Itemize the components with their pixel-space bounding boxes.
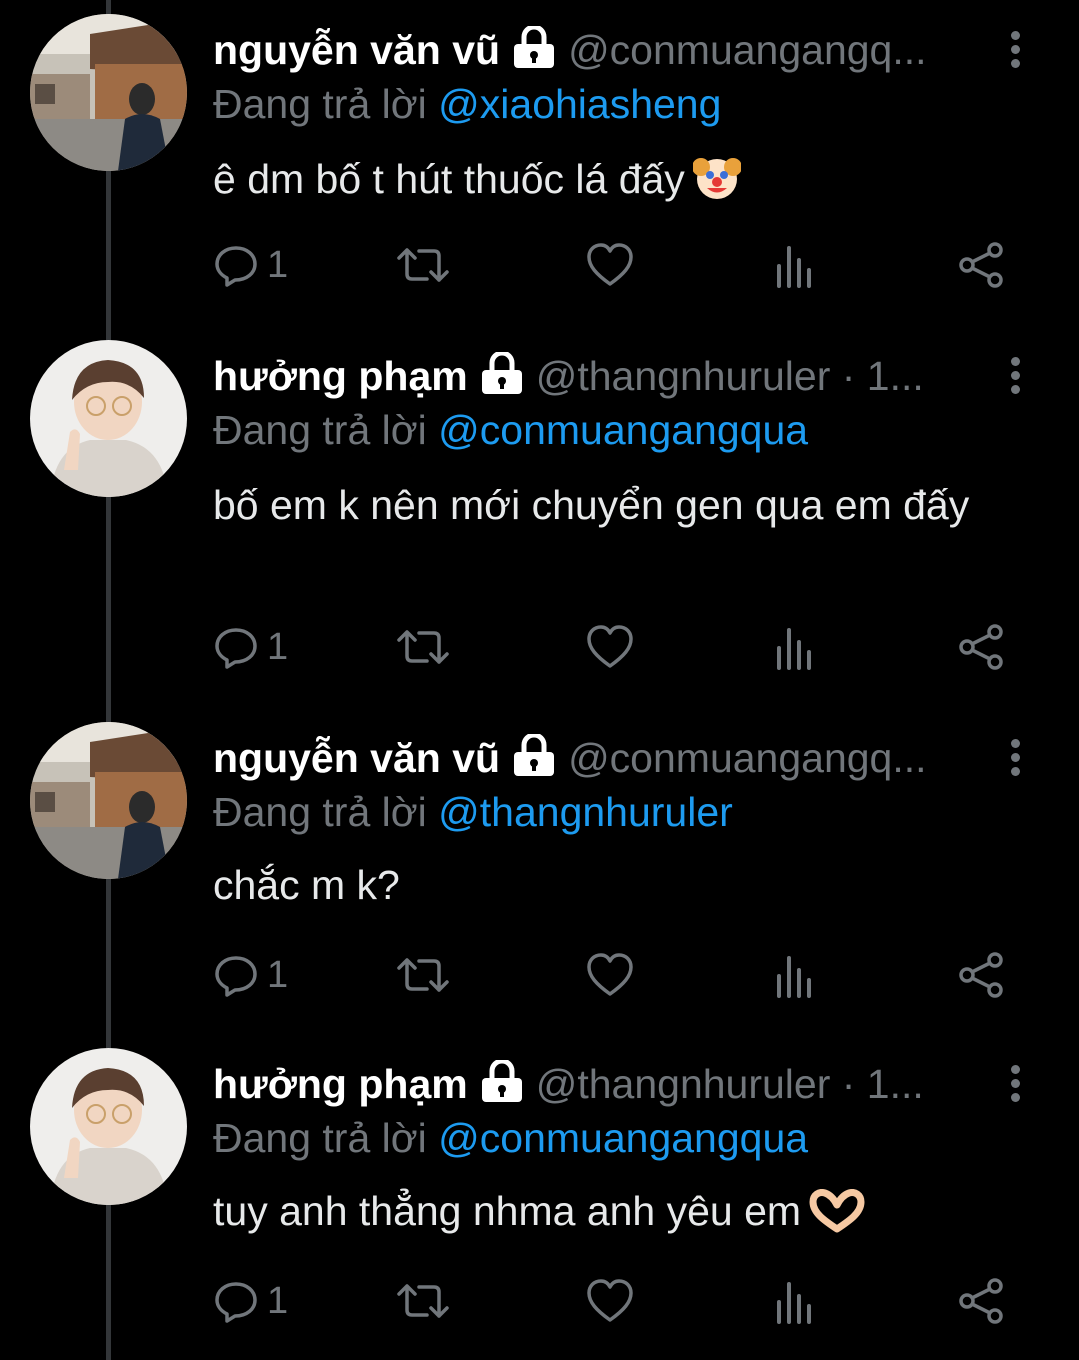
reply-mention-link[interactable]: @conmuangangqua <box>438 407 808 453</box>
views-icon <box>775 952 815 998</box>
share-button[interactable] <box>959 950 1005 1000</box>
avatar[interactable] <box>30 722 187 879</box>
retweet-button[interactable] <box>397 950 449 1000</box>
replying-to: Đang trả lời @xiaohiasheng <box>213 76 721 132</box>
replying-to: Đang trả lời @thangnhuruler <box>213 784 733 840</box>
share-button[interactable] <box>959 240 1005 290</box>
share-icon <box>959 242 1005 288</box>
tweet-actions: 1 <box>213 622 1013 672</box>
tweet-header: hưởng phạm @thangnhuruler · 1... <box>213 1054 1003 1114</box>
display-name[interactable]: hưởng phạm <box>213 353 468 399</box>
like-icon <box>586 624 634 670</box>
more-icon[interactable] <box>1000 736 1030 788</box>
replying-to: Đang trả lời @conmuangangqua <box>213 1110 808 1166</box>
reply-mention-link[interactable]: @xiaohiasheng <box>438 81 721 127</box>
reply-mention-link[interactable]: @thangnhuruler <box>438 789 733 835</box>
tweet-text: chắc m k? <box>213 858 1003 912</box>
views-icon <box>775 242 815 288</box>
reply-count: 1 <box>267 243 289 286</box>
user-handle[interactable]: @conmuangangq... <box>568 735 926 781</box>
like-icon <box>586 952 634 998</box>
heart-hands-emoji <box>809 1189 865 1246</box>
tweet-header: hưởng phạm @thangnhuruler · 1... <box>213 346 1003 406</box>
reply-icon <box>213 952 259 998</box>
retweet-icon <box>397 624 449 670</box>
like-button[interactable] <box>586 1276 634 1326</box>
share-button[interactable] <box>959 622 1005 672</box>
tweet-text: tuy anh thẳng nhma anh yêu em <box>213 1184 1003 1246</box>
reply-icon <box>213 242 259 288</box>
tweet-header: nguyễn văn vũ @conmuangangq... <box>213 728 1003 788</box>
views-icon <box>775 1278 815 1324</box>
user-handle[interactable]: @thangnhuruler · 1... <box>536 1061 924 1107</box>
more-icon[interactable] <box>1000 28 1030 80</box>
reply-button[interactable]: 1 <box>213 1276 288 1326</box>
reply-mention-link[interactable]: @conmuangangqua <box>438 1115 808 1161</box>
share-icon <box>959 952 1005 998</box>
tweet-actions: 1 <box>213 240 1013 290</box>
reply-prefix: Đang trả lời <box>213 81 427 127</box>
retweet-button[interactable] <box>397 1276 449 1326</box>
like-button[interactable] <box>586 950 634 1000</box>
retweet-icon <box>397 242 449 288</box>
retweet-icon <box>397 952 449 998</box>
tweet-text-content: chắc m k? <box>213 862 400 908</box>
replying-to: Đang trả lời @conmuangangqua <box>213 402 808 458</box>
retweet-icon <box>397 1278 449 1324</box>
views-button[interactable] <box>775 240 815 290</box>
tweet-actions: 1 <box>213 1276 1013 1326</box>
views-button[interactable] <box>775 622 815 672</box>
tweet-text: bố em k nên mới chuyển gen qua em đấy <box>213 478 993 532</box>
share-icon <box>959 1278 1005 1324</box>
reply-button[interactable]: 1 <box>213 950 288 1000</box>
reply-count: 1 <box>267 1279 289 1322</box>
display-name[interactable]: nguyễn văn vũ <box>213 735 500 781</box>
like-icon <box>586 242 634 288</box>
tweet-text-content: ê dm bố t hút thuốc lá đấy <box>213 156 685 202</box>
like-button[interactable] <box>586 240 634 290</box>
more-icon[interactable] <box>1000 1062 1030 1114</box>
lock-icon <box>510 732 558 792</box>
reply-icon <box>213 624 259 670</box>
avatar[interactable] <box>30 340 187 497</box>
share-button[interactable] <box>959 1276 1005 1326</box>
avatar[interactable] <box>30 1048 187 1205</box>
like-icon <box>586 1278 634 1324</box>
lock-icon <box>478 1058 526 1118</box>
like-button[interactable] <box>586 622 634 672</box>
reply-icon <box>213 1278 259 1324</box>
share-icon <box>959 624 1005 670</box>
tweet-text-content: bố em k nên mới chuyển gen qua em đấy <box>213 482 970 528</box>
reply-button[interactable]: 1 <box>213 622 288 672</box>
reply-button[interactable]: 1 <box>213 240 288 290</box>
more-icon[interactable] <box>1000 354 1030 406</box>
views-button[interactable] <box>775 1276 815 1326</box>
reply-count: 1 <box>267 625 289 668</box>
retweet-button[interactable] <box>397 240 449 290</box>
tweet-text: ê dm bố t hút thuốc lá đấy <box>213 152 1003 214</box>
user-handle[interactable]: @conmuangangq... <box>568 27 926 73</box>
retweet-button[interactable] <box>397 622 449 672</box>
reply-prefix: Đang trả lời <box>213 1115 427 1161</box>
lock-icon <box>478 350 526 410</box>
display-name[interactable]: hưởng phạm <box>213 1061 468 1107</box>
views-icon <box>775 624 815 670</box>
tweet-actions: 1 <box>213 950 1013 1000</box>
views-button[interactable] <box>775 950 815 1000</box>
tweet-text-content: tuy anh thẳng nhma anh yêu em <box>213 1188 802 1234</box>
display-name[interactable]: nguyễn văn vũ <box>213 27 500 73</box>
user-handle[interactable]: @thangnhuruler · 1... <box>536 353 924 399</box>
lock-icon <box>510 24 558 84</box>
tweet-header: nguyễn văn vũ @conmuangangq... <box>213 20 1003 80</box>
clown-face-emoji <box>691 153 742 214</box>
avatar[interactable] <box>30 14 187 171</box>
reply-prefix: Đang trả lời <box>213 789 427 835</box>
reply-count: 1 <box>267 953 289 996</box>
reply-prefix: Đang trả lời <box>213 407 427 453</box>
